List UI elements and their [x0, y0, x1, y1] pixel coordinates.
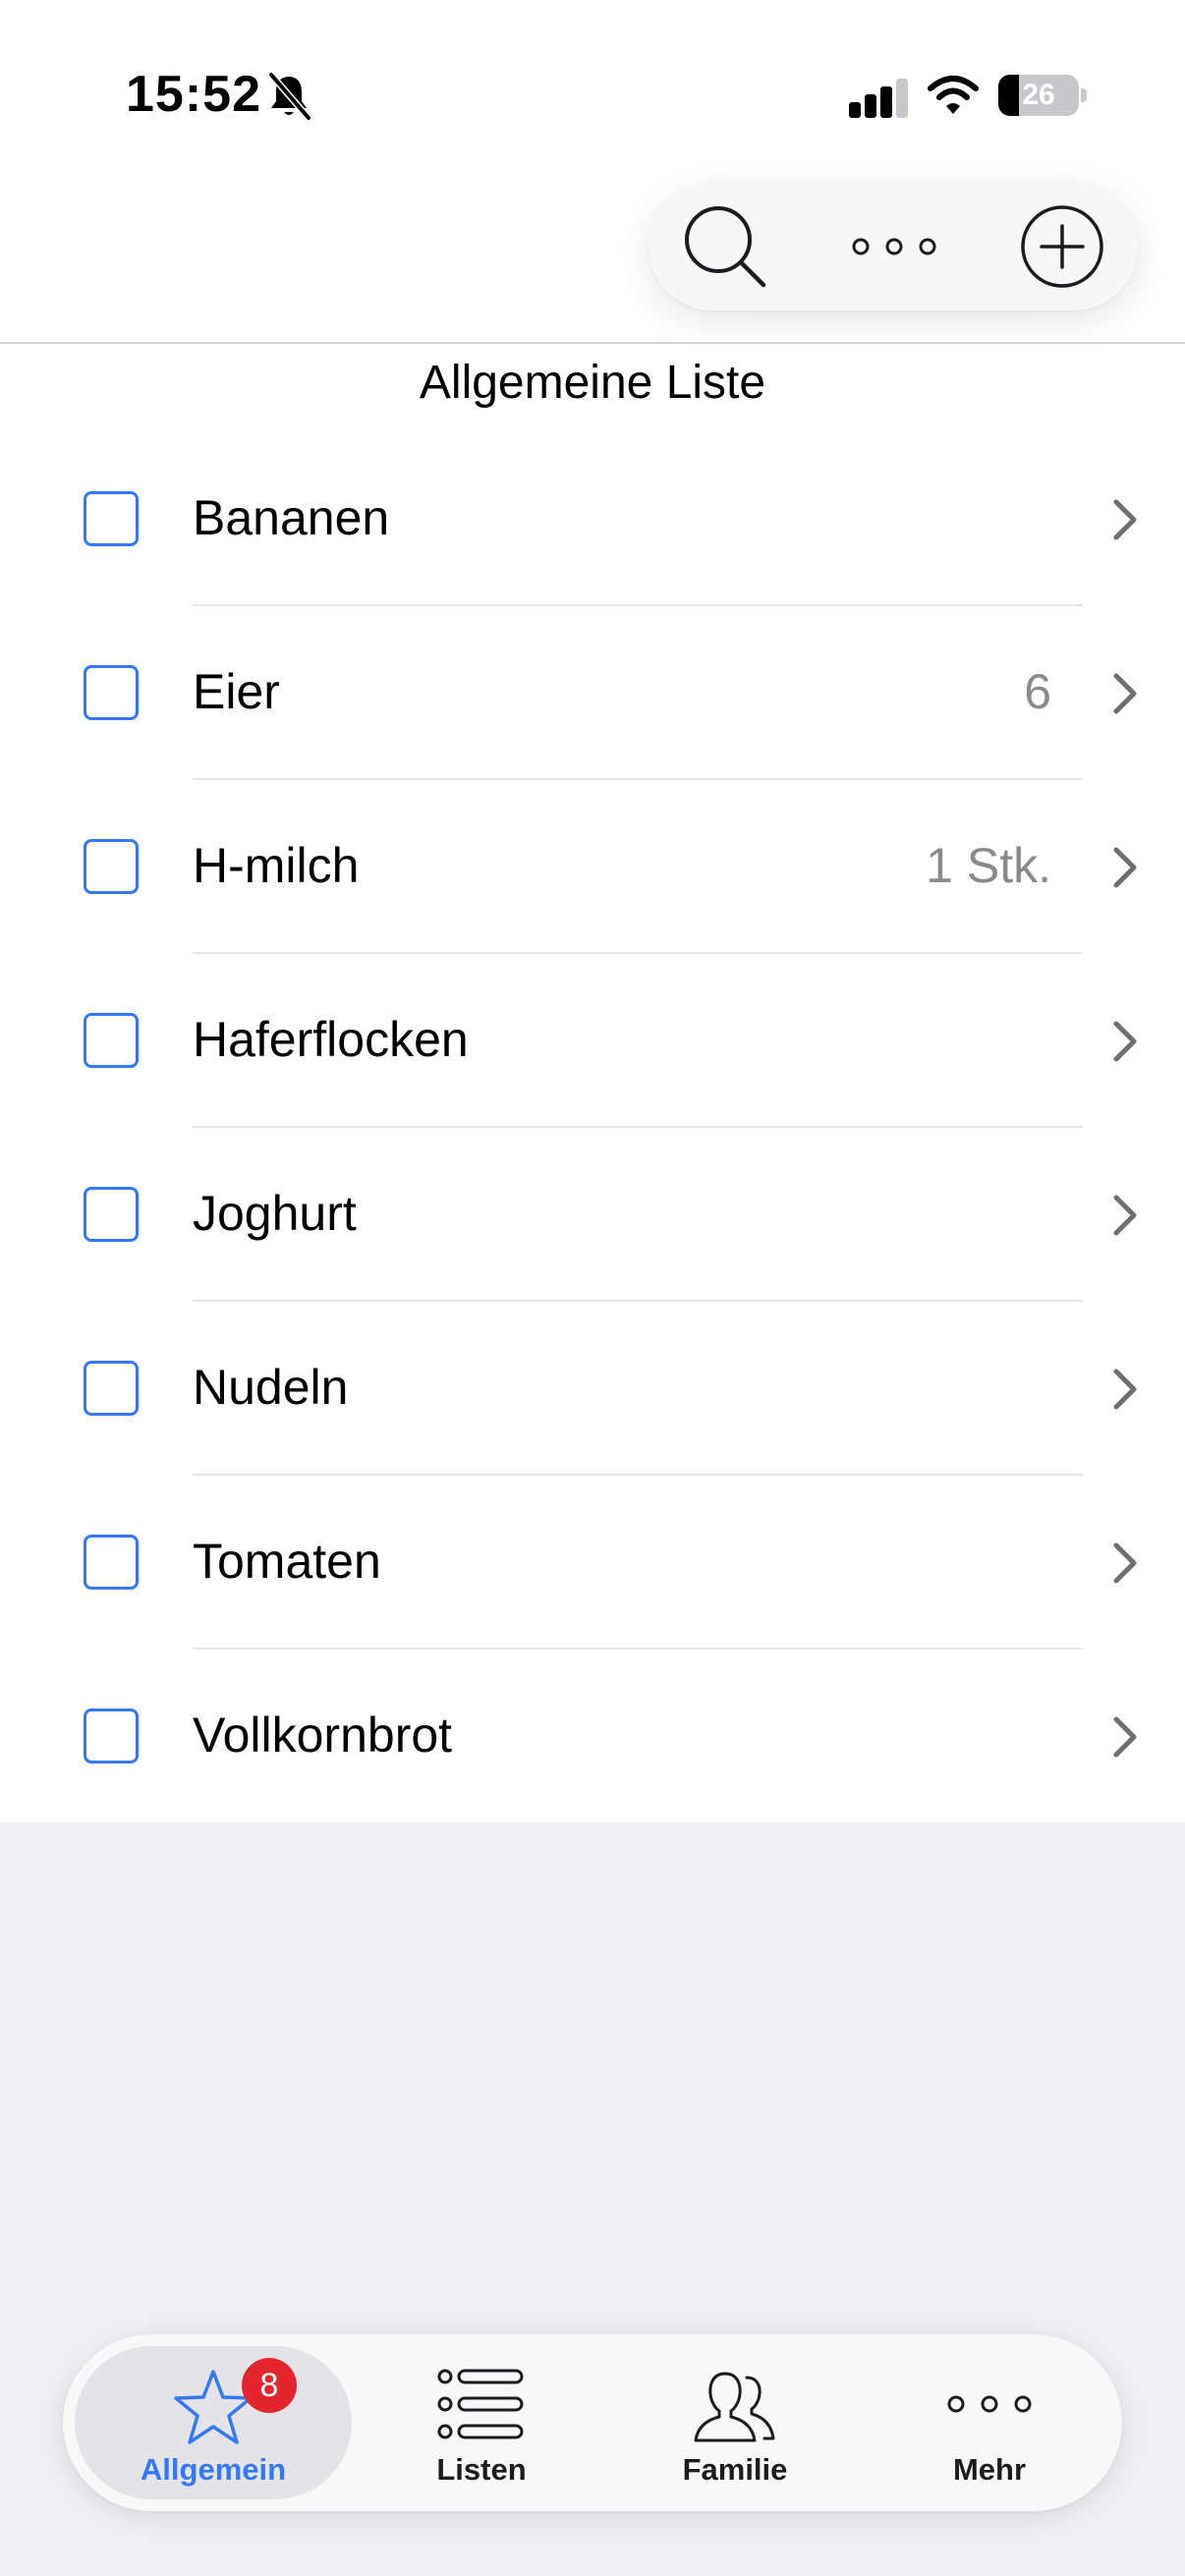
list-item[interactable]: H-milch 1 Stk. [0, 780, 1185, 954]
screen: 15:52 26 Allgemeine Liste Bananen Eier 6… [0, 0, 1185, 2576]
battery-tip [1081, 88, 1087, 102]
tab-label: Listen [436, 2452, 527, 2487]
tab-label: Mehr [952, 2452, 1027, 2487]
list-item[interactable]: Haferflocken [0, 954, 1185, 1128]
cellular-signal-icon [849, 79, 908, 118]
header-divider [0, 342, 1185, 344]
item-checkbox[interactable] [84, 665, 139, 720]
ellipsis-icon [852, 238, 936, 255]
item-checkbox[interactable] [84, 1708, 139, 1764]
chevron-right-icon [1113, 499, 1137, 540]
tab-bar: 8 Allgemein Listen Familie Mehr [63, 2334, 1122, 2511]
tab-listen[interactable]: Listen [364, 2346, 599, 2499]
tab-badge: 8 [242, 2358, 297, 2413]
tab-familie[interactable]: Familie [605, 2346, 865, 2499]
item-checkbox[interactable] [84, 491, 139, 546]
chevron-right-icon [1113, 673, 1137, 714]
more-button[interactable] [835, 183, 953, 310]
list-item[interactable]: Bananen [0, 432, 1185, 606]
item-quantity: 6 [1024, 664, 1051, 719]
item-name: Vollkornbrot [193, 1708, 453, 1763]
search-icon [685, 206, 766, 288]
item-name: Joghurt [193, 1186, 357, 1241]
list-item[interactable]: Nudeln [0, 1302, 1185, 1476]
battery-level: 26 [1022, 79, 1055, 111]
item-quantity: 1 Stk. [926, 838, 1051, 893]
chevron-right-icon [1113, 1369, 1137, 1410]
status-time: 15:52 [126, 66, 261, 123]
ellipsis-icon [947, 2395, 1032, 2413]
item-name: Bananen [193, 490, 390, 545]
chevron-right-icon [1113, 1716, 1137, 1758]
item-checkbox[interactable] [84, 1187, 139, 1242]
list-item[interactable]: Tomaten [0, 1476, 1185, 1650]
list-item[interactable]: Joghurt [0, 1128, 1185, 1302]
chevron-right-icon [1113, 847, 1137, 888]
item-checkbox[interactable] [84, 1535, 139, 1590]
battery-icon: 26 [998, 75, 1079, 116]
item-checkbox[interactable] [84, 1361, 139, 1416]
tab-allgemein[interactable]: 8 Allgemein [75, 2346, 352, 2499]
list-bullet-icon [437, 2369, 524, 2439]
plus-circle-icon [1021, 205, 1103, 288]
item-name: Haferflocken [193, 1012, 469, 1067]
item-name: Nudeln [193, 1360, 349, 1415]
people-icon [694, 2372, 775, 2442]
search-button[interactable] [666, 183, 784, 310]
item-name: H-milch [193, 838, 360, 893]
tab-label: Allgemein [140, 2452, 287, 2487]
toolbar [649, 183, 1138, 310]
chevron-right-icon [1113, 1021, 1137, 1062]
chevron-right-icon [1113, 1195, 1137, 1236]
shopping-list: Bananen Eier 6 H-milch 1 Stk. Haferflock… [0, 432, 1185, 1823]
item-name: Eier [193, 664, 280, 719]
item-name: Tomaten [193, 1534, 381, 1589]
add-item-button[interactable] [998, 183, 1126, 310]
chevron-right-icon [1113, 1542, 1137, 1584]
list-title: Allgemeine Liste [419, 357, 766, 409]
item-checkbox[interactable] [84, 1013, 139, 1068]
item-checkbox[interactable] [84, 839, 139, 894]
list-item[interactable]: Vollkornbrot [0, 1650, 1185, 1823]
bell-slash-icon [268, 72, 311, 121]
wifi-icon [928, 76, 979, 114]
list-item[interactable]: Eier 6 [0, 606, 1185, 780]
tab-label: Familie [682, 2452, 788, 2487]
tab-mehr[interactable]: Mehr [869, 2346, 1110, 2499]
